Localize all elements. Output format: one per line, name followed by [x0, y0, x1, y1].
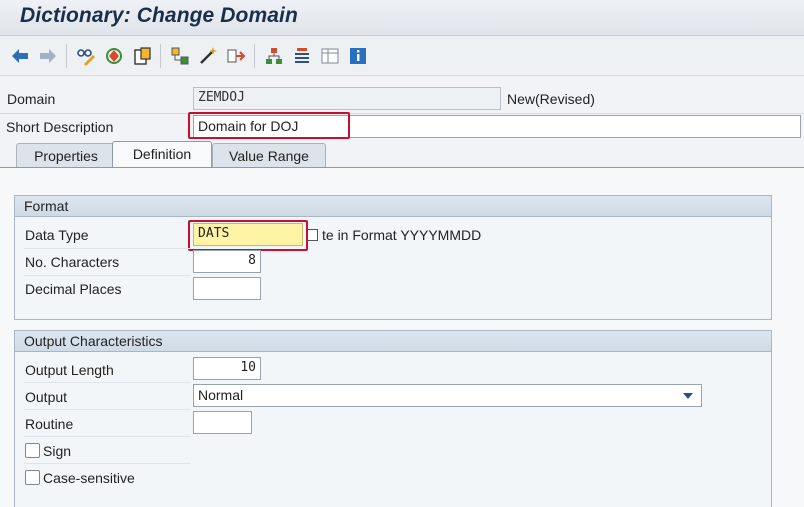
- title-bar: Dictionary: Change Domain: [0, 0, 804, 36]
- row-divider: [24, 463, 191, 464]
- data-type-description: te in Format YYYYMMDD: [322, 227, 482, 243]
- no-characters-label: No. Characters: [25, 254, 120, 270]
- short-description-label: Short Description: [6, 119, 114, 135]
- list-align-icon[interactable]: [292, 46, 312, 66]
- domain-label: Domain: [7, 91, 56, 107]
- case-sensitive-checkbox[interactable]: [25, 470, 40, 485]
- short-description-input[interactable]: Domain for DOJ: [193, 115, 801, 138]
- row-divider: [24, 436, 191, 437]
- row-divider: [24, 248, 191, 249]
- hierarchy-icon[interactable]: [264, 46, 284, 66]
- info-icon[interactable]: [348, 46, 368, 66]
- table-icon[interactable]: [320, 46, 340, 66]
- tab-definition[interactable]: Definition: [112, 141, 212, 169]
- application-toolbar: [0, 36, 804, 76]
- format-group: Format: [14, 195, 772, 320]
- output-group-title: Output Characteristics: [15, 331, 771, 352]
- row-divider: [0, 113, 804, 114]
- tab-value-range[interactable]: Value Range: [212, 143, 326, 169]
- forward-arrow-icon[interactable]: [38, 46, 58, 66]
- decimal-places-label: Decimal Places: [25, 281, 122, 297]
- decimal-places-input[interactable]: [193, 277, 261, 300]
- glasses-pencil-icon[interactable]: [76, 46, 96, 66]
- magic-wand-icon[interactable]: [198, 46, 218, 66]
- back-arrow-icon[interactable]: [10, 46, 30, 66]
- sign-checkbox[interactable]: [25, 443, 40, 458]
- tab-properties[interactable]: Properties: [16, 143, 116, 169]
- where-used-icon[interactable]: [226, 46, 246, 66]
- domain-status: New(Revised): [507, 91, 595, 107]
- output-length-label: Output Length: [25, 362, 114, 378]
- window-title: Dictionary: Change Domain: [20, 4, 298, 27]
- output-select[interactable]: Normal: [193, 384, 702, 407]
- toolbar-separator: [254, 44, 255, 68]
- chevron-down-icon[interactable]: [683, 393, 693, 399]
- object-list-icon[interactable]: [170, 46, 190, 66]
- clipboard-icon[interactable]: [132, 46, 152, 66]
- activate-icon[interactable]: [104, 46, 124, 66]
- routine-label: Routine: [25, 416, 74, 432]
- output-length-input[interactable]: 10: [193, 357, 261, 380]
- toolbar-separator: [160, 44, 161, 68]
- row-divider: [24, 382, 191, 383]
- output-label: Output: [25, 389, 68, 405]
- row-divider: [24, 275, 191, 276]
- tab-strip: Properties Definition Value Range: [0, 140, 804, 169]
- no-characters-input[interactable]: 8: [193, 250, 261, 273]
- case-sensitive-label: Case-sensitive: [43, 470, 135, 486]
- domain-field[interactable]: ZEMDOJ: [193, 87, 501, 110]
- value-help-icon[interactable]: [306, 229, 318, 241]
- data-type-label: Data Type: [25, 227, 89, 243]
- output-select-value: Normal: [198, 387, 244, 403]
- row-divider: [24, 409, 191, 410]
- data-type-input[interactable]: DATS: [193, 223, 303, 246]
- format-group-title: Format: [15, 196, 771, 217]
- routine-input[interactable]: [193, 411, 252, 434]
- sign-label: Sign: [43, 443, 72, 459]
- toolbar-separator: [66, 44, 67, 68]
